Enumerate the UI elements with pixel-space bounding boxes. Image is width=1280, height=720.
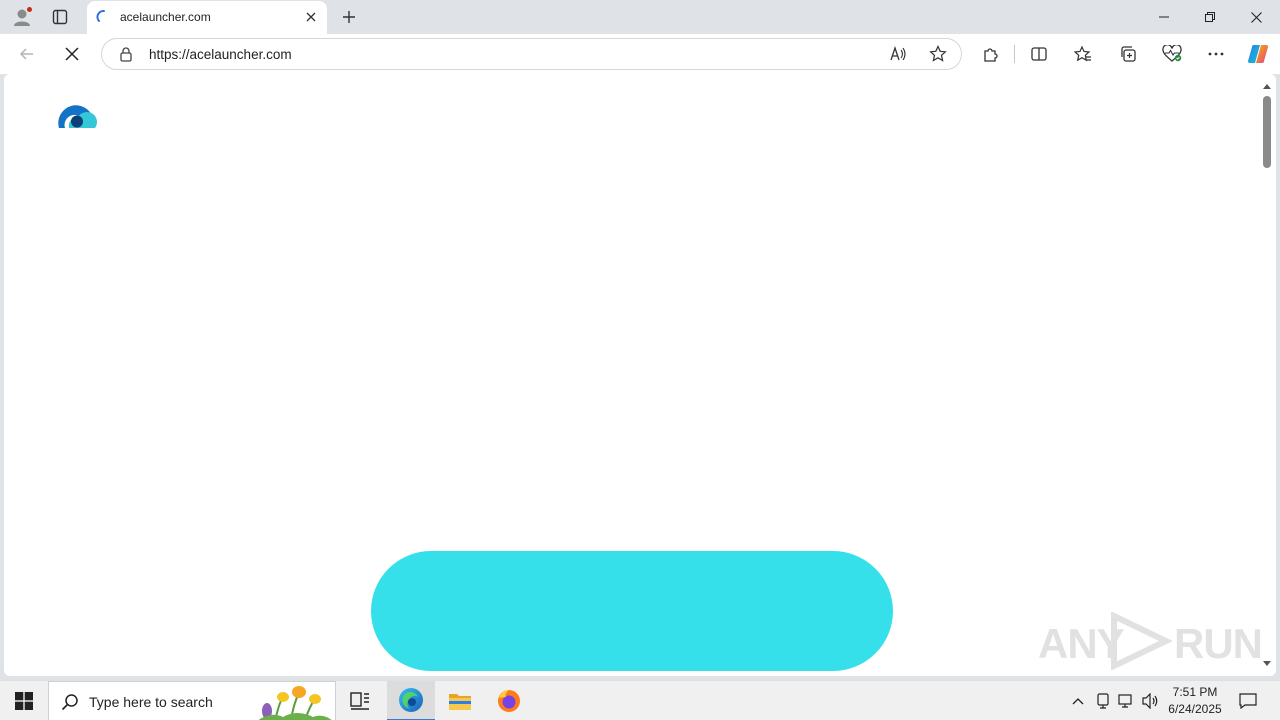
web-content: ANY RUN (4, 74, 1276, 676)
close-window-button[interactable] (1233, 0, 1279, 34)
heart-pulse-icon (1162, 45, 1182, 62)
clock-date: 6/24/2025 (1168, 702, 1222, 716)
back-button[interactable] (13, 41, 41, 67)
volume-button[interactable] (1140, 681, 1162, 720)
puzzle-icon (984, 48, 998, 62)
site-logo-icon[interactable] (57, 100, 97, 132)
search-icon (61, 694, 78, 711)
scroll-down-arrow-icon[interactable] (1262, 660, 1272, 668)
loading-placeholder-button[interactable] (371, 551, 893, 671)
read-aloud-icon (890, 46, 906, 61)
profile-button[interactable] (10, 6, 34, 28)
tab-actions-icon (52, 9, 68, 25)
taskbar-search-box[interactable]: Type here to search (48, 681, 336, 720)
minimize-button[interactable] (1141, 0, 1187, 34)
restore-icon (1205, 12, 1215, 22)
action-center-button[interactable] (1236, 681, 1260, 720)
tab-actions-button[interactable] (48, 6, 72, 28)
taskbar-app-firefox[interactable] (485, 681, 533, 720)
play-icon (1111, 612, 1172, 670)
task-view-icon (350, 692, 369, 710)
taskbar: Type here to search 7:51 PM 6/24/2025 (0, 680, 1280, 720)
scrollbar-thumb[interactable] (1263, 96, 1271, 168)
title-bar: acelauncher.com (0, 0, 1280, 34)
flowers-decoration-icon (258, 686, 332, 720)
tab-active[interactable]: acelauncher.com (87, 1, 327, 34)
settings-and-more-button[interactable] (1202, 41, 1230, 67)
plus-icon (343, 11, 355, 23)
loading-favicon-icon (96, 10, 105, 22)
address-bar[interactable]: https://acelauncher.com (101, 38, 962, 70)
start-button[interactable] (0, 681, 48, 720)
new-tab-button[interactable] (337, 5, 361, 29)
edge-icon (399, 688, 423, 712)
url-text[interactable]: https://acelauncher.com (149, 47, 292, 62)
copilot-icon (1248, 45, 1268, 63)
task-view-button[interactable] (336, 681, 384, 720)
taskbar-clock[interactable]: 7:51 PM 6/24/2025 (1160, 684, 1230, 718)
back-arrow-icon (19, 48, 33, 60)
stop-loading-button[interactable] (58, 41, 86, 67)
network-icon (1118, 694, 1132, 708)
favorites-button[interactable] (1069, 41, 1097, 67)
network-button[interactable] (1116, 681, 1136, 720)
stop-loading-icon (65, 47, 79, 61)
star-icon (929, 45, 947, 62)
close-icon (306, 12, 316, 22)
extensions-button[interactable] (977, 41, 1005, 67)
notification-icon (1239, 693, 1257, 709)
watermark: ANY RUN (1038, 608, 1263, 672)
collections-button[interactable] (1114, 41, 1142, 67)
show-hidden-icons-button[interactable] (1068, 681, 1088, 720)
close-icon (1250, 11, 1262, 23)
read-aloud-button[interactable] (888, 44, 910, 64)
browser-essentials-button[interactable] (1158, 41, 1186, 67)
windows-logo-icon (15, 692, 33, 710)
speaker-icon (1142, 693, 1158, 709)
toolbar-divider (1014, 45, 1015, 63)
taskbar-app-edge[interactable] (387, 681, 435, 720)
minimize-icon (1159, 16, 1169, 18)
browser-toolbar: https://acelauncher.com (0, 34, 1280, 74)
clock-time: 7:51 PM (1172, 685, 1218, 699)
tab-close-button[interactable] (303, 9, 319, 25)
copilot-button[interactable] (1244, 41, 1272, 67)
add-favorite-button[interactable] (927, 44, 949, 64)
tab-title: acelauncher.com (120, 10, 211, 24)
site-info-icon[interactable] (118, 46, 134, 62)
chevron-up-icon (1072, 698, 1084, 705)
search-placeholder: Type here to search (89, 694, 213, 710)
watermark-text-right: RUN (1174, 620, 1263, 667)
collections-icon (1121, 46, 1136, 62)
notification-dot (26, 6, 33, 13)
firefox-icon (498, 690, 520, 712)
folder-icon (449, 694, 471, 710)
tray-meet-button[interactable] (1093, 681, 1113, 720)
split-screen-icon (1031, 47, 1047, 61)
taskbar-app-file-explorer[interactable] (436, 681, 484, 720)
ellipsis-icon (1208, 52, 1224, 56)
favorites-icon (1074, 45, 1091, 62)
split-screen-button[interactable] (1025, 41, 1053, 67)
restore-button[interactable] (1187, 0, 1233, 34)
device-icon (1097, 693, 1109, 709)
scroll-up-arrow-icon[interactable] (1262, 82, 1272, 90)
